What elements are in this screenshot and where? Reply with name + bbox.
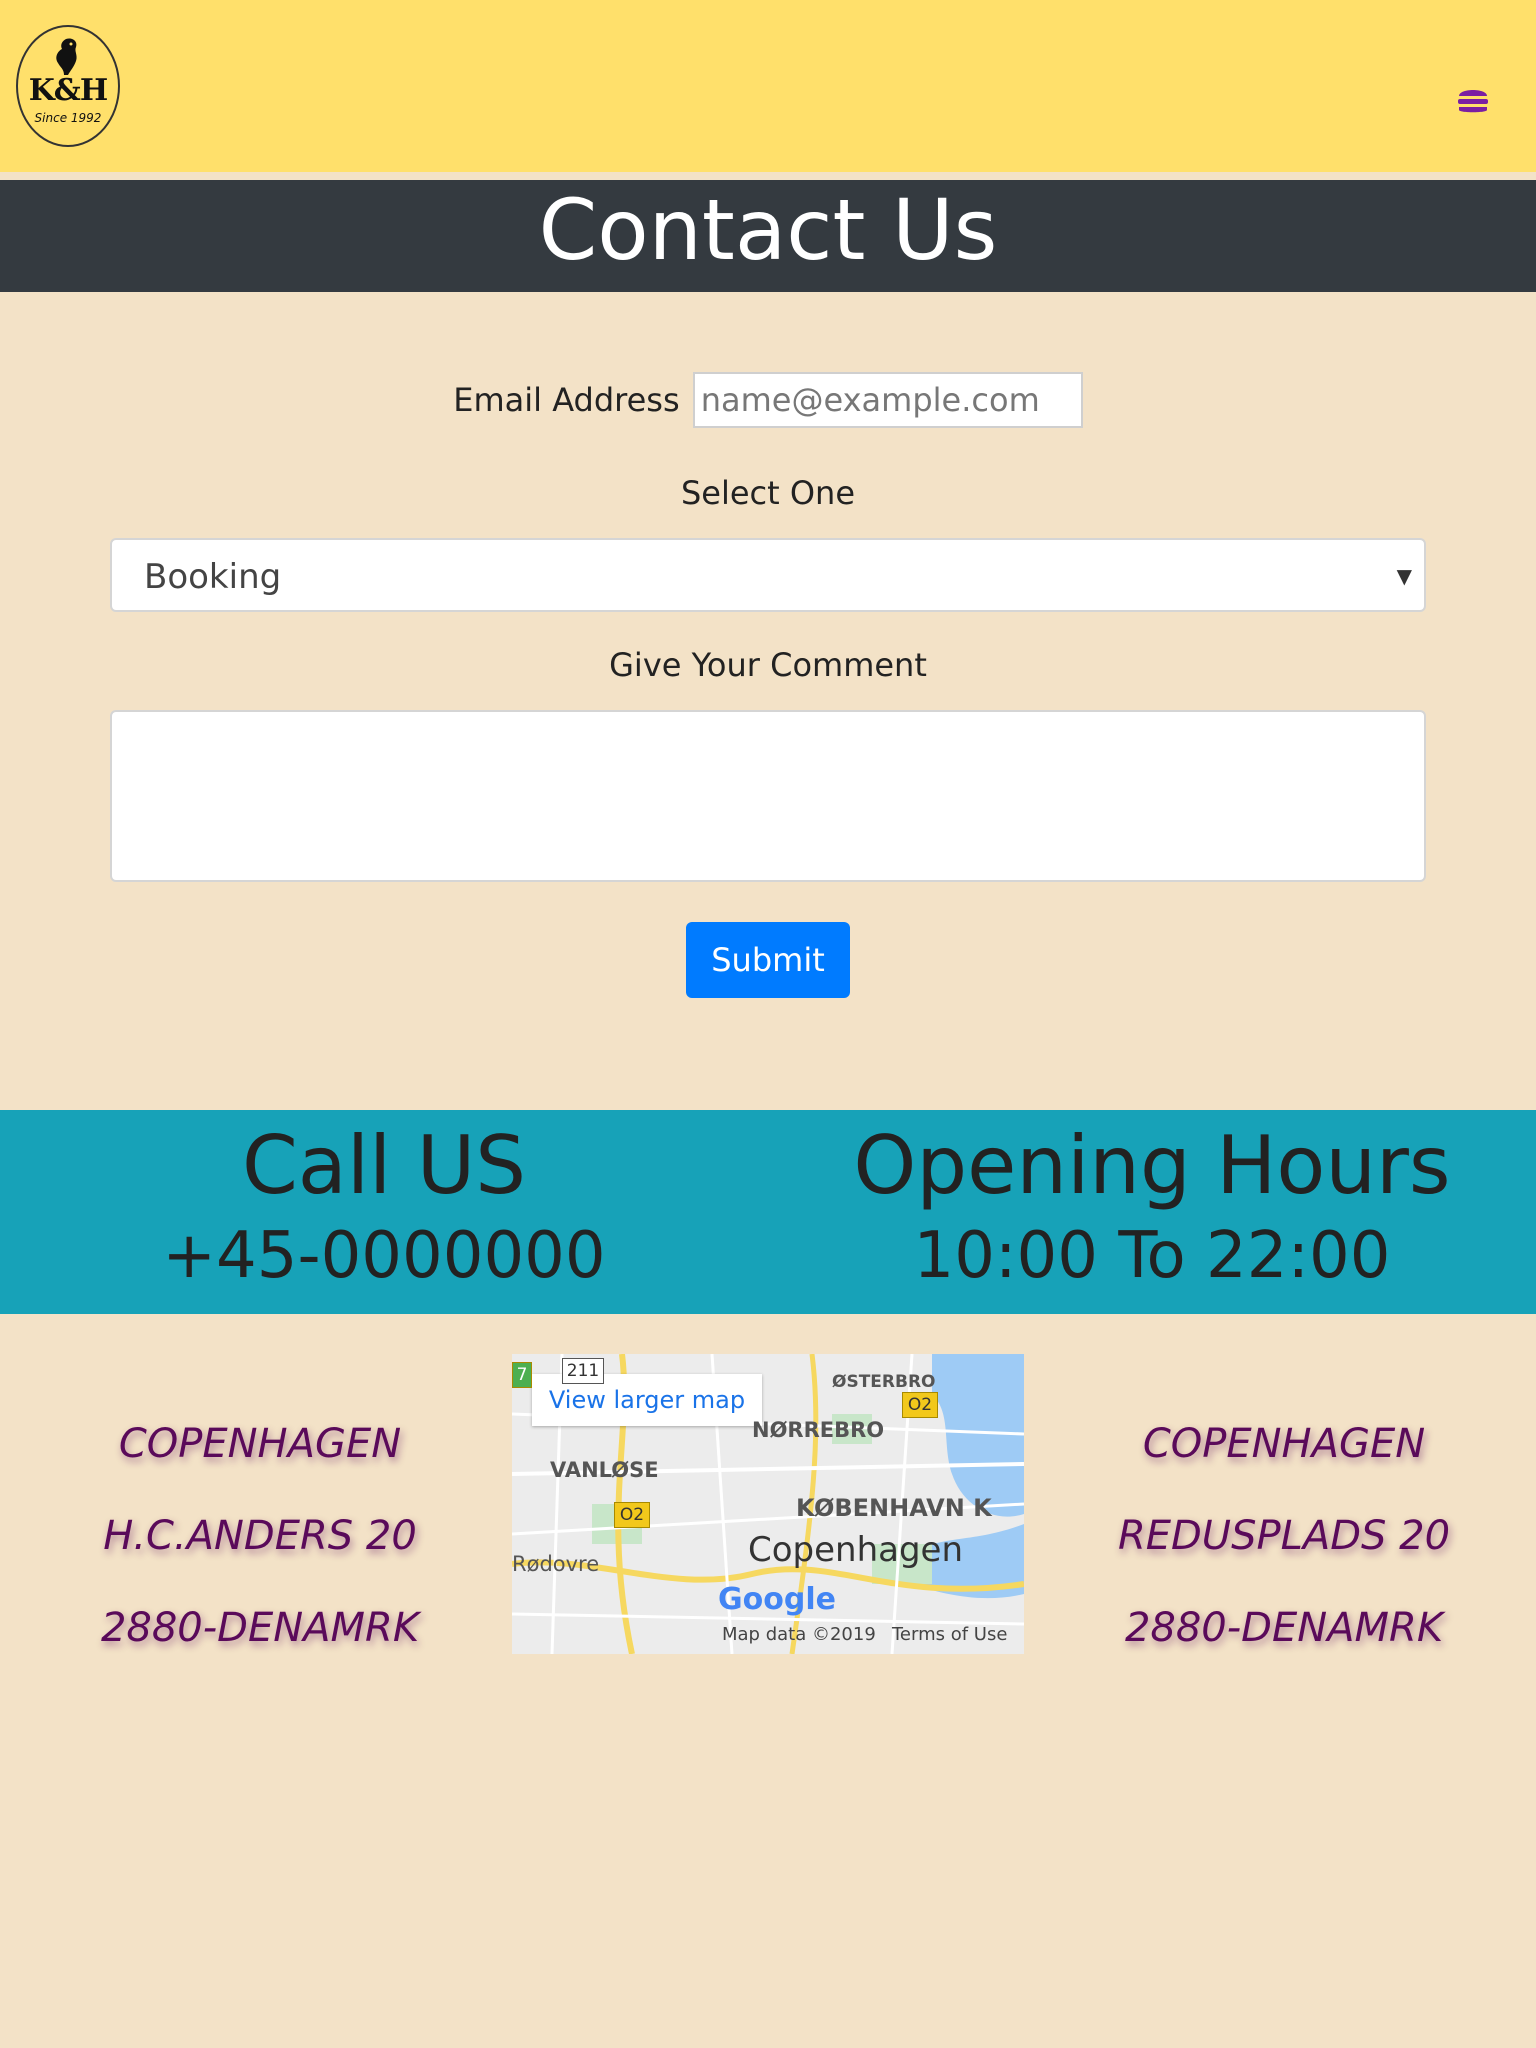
top-navbar: K&H Since 1992 — [0, 0, 1536, 172]
map-label-rodovre: Rødovre — [512, 1552, 600, 1576]
address-street: REDUSPLADS 20 — [1117, 1513, 1451, 1559]
address-left: COPENHAGEN H.C.ANDERS 20 2880-DENAMRK — [40, 1398, 480, 1674]
map-label-kobenhavn: KØBENHAVN K — [796, 1494, 992, 1522]
hours-value: 10:00 To 22:00 — [913, 1219, 1391, 1293]
email-input[interactable] — [692, 372, 1083, 428]
logo-text: K&H — [28, 73, 109, 108]
logo-since: Since 1992 — [34, 111, 102, 125]
phone-number[interactable]: +45-0000000 — [0, 1214, 768, 1298]
road-shield: 211 — [562, 1358, 604, 1384]
address-street: H.C.ANDERS 20 — [103, 1513, 417, 1559]
address-right: COPENHAGEN REDUSPLADS 20 2880-DENAMRK — [1064, 1398, 1504, 1674]
chevron-down-icon: ▼ — [1396, 564, 1412, 588]
select-label: Select One — [680, 474, 856, 512]
logo[interactable]: K&H Since 1992 — [16, 25, 120, 147]
comment-label: Give Your Comment — [609, 646, 927, 684]
address-city: COPENHAGEN — [1142, 1421, 1426, 1467]
email-row: Email Address — [0, 372, 1536, 432]
map-credit: Map data ©2019 — [722, 1624, 876, 1645]
google-logo-text: Google — [718, 1582, 836, 1617]
category-select[interactable]: Booking ▼ — [110, 538, 1426, 612]
hours-title: Opening Hours — [853, 1119, 1451, 1212]
email-label: Email Address — [453, 381, 680, 419]
road-shield: O2 — [614, 1502, 650, 1528]
submit-button[interactable]: Submit — [686, 922, 850, 998]
call-section: Call US +45-0000000 — [0, 1110, 768, 1298]
info-band: Call US +45-0000000 Opening Hours 10:00 … — [0, 1110, 1536, 1314]
call-title: Call US — [241, 1119, 527, 1212]
map-terms-link[interactable]: Terms of Use — [892, 1624, 1007, 1645]
map-label-osterbro: ØSTERBRO — [832, 1372, 936, 1392]
address-city: COPENHAGEN — [118, 1421, 402, 1467]
address-postal: 2880-DENAMRK — [1124, 1605, 1444, 1651]
map-label-city: Copenhagen — [748, 1530, 964, 1570]
page-title: Contact Us — [538, 181, 998, 279]
map-label-norrebro: NØRREBRO — [752, 1418, 885, 1442]
hours-section: Opening Hours 10:00 To 22:00 — [768, 1110, 1536, 1298]
comment-textarea[interactable] — [110, 710, 1426, 882]
road-shield: 7 — [512, 1362, 532, 1388]
select-value: Booking — [144, 557, 282, 597]
menu-button[interactable] — [1456, 84, 1490, 116]
embedded-map[interactable]: View larger map ØSTERBRO NØRREBRO VANLØS… — [512, 1354, 1024, 1654]
google-logo: Google — [718, 1582, 836, 1617]
address-postal: 2880-DENAMRK — [100, 1605, 420, 1651]
map-label-vanlose: VANLØSE — [550, 1458, 659, 1482]
burger-icon — [1458, 90, 1488, 113]
rooster-icon — [56, 38, 77, 75]
road-shield: O2 — [902, 1392, 938, 1418]
divider — [0, 172, 1536, 180]
title-band: Contact Us — [0, 180, 1536, 292]
